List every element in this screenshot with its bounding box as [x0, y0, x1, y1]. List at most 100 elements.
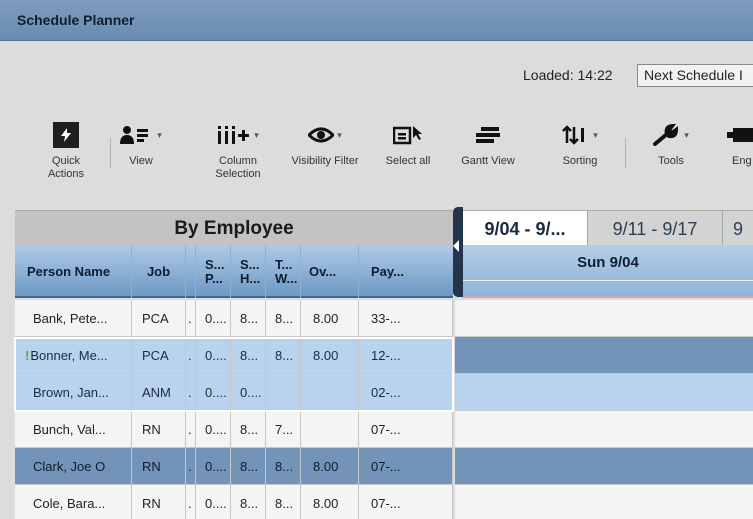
c1-cell: 0....	[196, 485, 231, 519]
table-row[interactable]: Clark, Joe O RN. 0.... 8... 8... 8.00 07-...	[15, 448, 453, 485]
sort-icon	[562, 125, 585, 145]
toolbar-area: Loaded: 14:22 Next Schedule I Quick Acti…	[0, 41, 753, 209]
person-name-cell: Cole, Bara...	[15, 485, 132, 519]
group-header: By Employee	[15, 210, 453, 245]
row-indicator-cell: .	[186, 300, 196, 336]
eye-icon	[308, 127, 335, 143]
lightning-icon	[53, 122, 79, 148]
wrench-icon	[653, 124, 679, 146]
person-name-text: Bonner, Me...	[30, 347, 108, 363]
schedule-row[interactable]	[455, 448, 753, 485]
gantt-view-label: Gantt View	[461, 155, 515, 167]
select-all-icon	[393, 126, 422, 145]
row-indicator-cell: .	[186, 337, 196, 373]
person-name-text: Bank, Pete...	[33, 310, 108, 326]
table-row[interactable]: Bank, Pete... PCA. 0.... 8... 8... 8.00 33-...	[15, 300, 453, 337]
c2-cell: 8...	[231, 411, 266, 447]
table-row[interactable]: ! Bonner, Me... PCA. 0.... 8... 8... 8.00 12-..…	[15, 337, 453, 374]
engine-label: Eng	[732, 155, 752, 167]
pay-cell: 12-...	[359, 337, 453, 373]
column-header-person-name[interactable]: Person Name	[15, 245, 132, 298]
select-all-button[interactable]: Select all	[380, 118, 436, 168]
week-tab[interactable]: 9/04 - 9/...	[463, 211, 588, 246]
job-cell: RN	[132, 411, 186, 447]
sorting-button[interactable]: ▾ Sorting	[550, 118, 610, 168]
gantt-view-button[interactable]: Gantt View	[458, 118, 518, 168]
schedule-row[interactable]	[455, 374, 753, 411]
ov-cell: 8.00	[301, 448, 359, 484]
sorting-label: Sorting	[562, 155, 598, 167]
view-label: View	[129, 155, 153, 167]
column-selection-label: Column Selection	[215, 155, 261, 180]
day-label: Sun 9/04	[577, 254, 639, 271]
next-schedule-button[interactable]: Next Schedule I	[637, 64, 753, 87]
c3-cell: 8...	[266, 485, 301, 519]
visibility-filter-label: Visibility Filter	[291, 155, 359, 167]
column-header-pay[interactable]: Pay...	[359, 245, 453, 298]
ov-cell	[301, 411, 359, 447]
select-all-label: Select all	[385, 155, 431, 167]
row-indicator-cell: .	[186, 485, 196, 519]
column-header-c1[interactable]: S... P...	[196, 245, 231, 298]
c2-cell: 8...	[231, 448, 266, 484]
day-header: Sun 9/04	[463, 245, 753, 298]
job-cell: PCA	[132, 337, 186, 373]
day-header-divider	[463, 280, 753, 281]
quick-actions-label: Quick Actions	[47, 155, 85, 180]
schedule-row[interactable]	[455, 300, 753, 337]
gantt-icon	[476, 127, 500, 143]
week-tab[interactable]: 9/11 - 9/17	[588, 211, 723, 246]
pay-cell: 07-...	[359, 485, 453, 519]
job-cell: RN	[132, 485, 186, 519]
pay-cell: 07-...	[359, 411, 453, 447]
ov-cell: 8.00	[301, 337, 359, 373]
ov-cell	[301, 374, 359, 410]
row-indicator-cell: .	[186, 411, 196, 447]
job-cell: ANM	[132, 374, 186, 410]
person-name-cell: Brown, Jan...	[15, 374, 132, 410]
pay-cell: 07-...	[359, 448, 453, 484]
table-row[interactable]: Cole, Bara... RN. 0.... 8... 8... 8.00 07-...	[15, 485, 453, 519]
row-indicator-cell: .	[186, 374, 196, 410]
person-name-cell: Bank, Pete...	[15, 300, 132, 336]
column-header-job[interactable]: Job	[132, 245, 186, 298]
table-row[interactable]: Brown, Jan... ANM. 0.... 0.... 02-...	[15, 374, 453, 411]
grid-header-row: Person Name Job S... P... S... H... T...…	[15, 245, 453, 298]
loaded-status: Loaded: 14:22	[523, 67, 613, 83]
column-header-c3[interactable]: T... W...	[266, 245, 301, 298]
panel-collapse-handle[interactable]	[453, 207, 463, 297]
quick-actions-button[interactable]: Quick Actions	[40, 118, 92, 181]
day-header-marker	[463, 296, 753, 298]
visibility-filter-button[interactable]: ▾ Visibility Filter	[290, 118, 360, 168]
week-tabs: 9/04 - 9/... 9/11 - 9/17 9	[463, 210, 753, 246]
person-name-text: Cole, Bara...	[33, 495, 106, 511]
column-header-c2[interactable]: S... H...	[231, 245, 266, 298]
pay-cell: 33-...	[359, 300, 453, 336]
view-button[interactable]: ▾ View	[118, 118, 164, 168]
person-name-cell: Bunch, Val...	[15, 411, 132, 447]
c3-cell: 8...	[266, 337, 301, 373]
schedule-row[interactable]	[455, 337, 753, 374]
c3-cell: 8...	[266, 448, 301, 484]
c1-cell: 0....	[196, 411, 231, 447]
engine-icon	[727, 128, 753, 142]
pay-cell: 02-...	[359, 374, 453, 410]
alert-flag-icon: !	[25, 347, 30, 363]
person-name-text: Bunch, Val...	[33, 421, 106, 437]
c1-cell: 0....	[196, 300, 231, 336]
column-header-narrow	[186, 245, 196, 298]
column-selection-button[interactable]: ▾ Column Selection	[205, 118, 271, 181]
c3-cell: 7...	[266, 411, 301, 447]
schedule-row[interactable]	[455, 485, 753, 519]
engine-button[interactable]: Eng	[720, 118, 753, 168]
c2-cell: 8...	[231, 485, 266, 519]
table-row[interactable]: Bunch, Val... RN. 0.... 8... 7... 07-...	[15, 411, 453, 448]
column-header-ov[interactable]: Ov...	[301, 245, 359, 298]
schedule-row[interactable]	[455, 411, 753, 448]
tools-button[interactable]: ▾ Tools	[640, 118, 702, 168]
toolbar-separator	[110, 138, 111, 168]
tools-label: Tools	[658, 155, 684, 167]
week-tab[interactable]: 9	[723, 211, 753, 246]
c3-cell: 8...	[266, 300, 301, 336]
job-cell: RN	[132, 448, 186, 484]
